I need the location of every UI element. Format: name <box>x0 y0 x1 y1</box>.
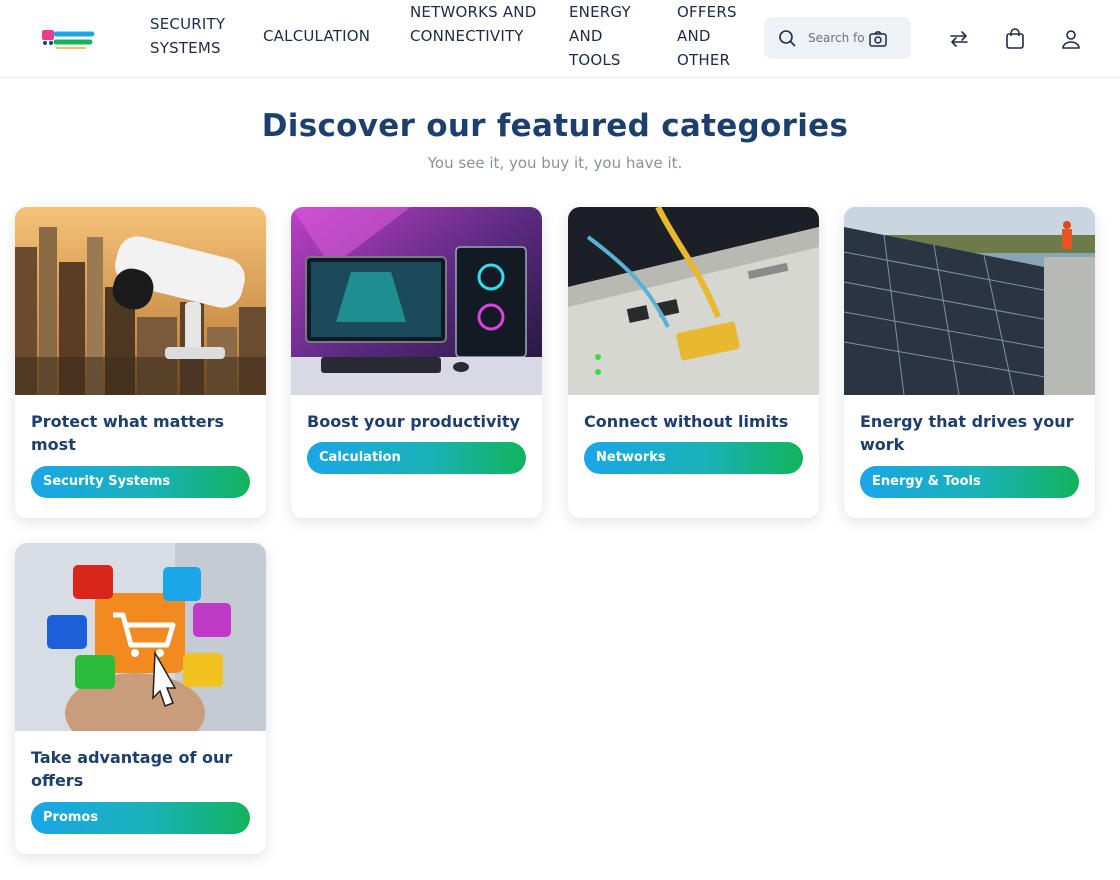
category-card-promos[interactable]: Take advantage of our offers Promos <box>15 543 266 854</box>
category-card-security[interactable]: Protect what matters most Security Syste… <box>15 207 266 518</box>
nav-calculation[interactable]: CALCULATION <box>263 24 393 48</box>
search-icon[interactable] <box>778 29 796 47</box>
search-input[interactable] <box>808 28 866 48</box>
card-title: Boost your productivity <box>307 412 520 431</box>
category-button-energy-tools[interactable]: Energy & Tools <box>860 466 1079 498</box>
site-header: SECURITY SYSTEMS CALCULATION NETWORKS AN… <box>0 0 1120 78</box>
category-button-security-systems[interactable]: Security Systems <box>31 466 250 498</box>
camera-icon[interactable] <box>868 29 888 49</box>
nav-security-systems[interactable]: SECURITY SYSTEMS <box>150 12 250 60</box>
card-title: Connect without limits <box>584 412 789 431</box>
nav-offers-other[interactable]: OFFERS AND OTHER <box>677 0 757 72</box>
card-title: Energy that drives your work <box>860 412 1074 454</box>
category-card-energy[interactable]: Energy that drives your work Energy & To… <box>844 207 1095 518</box>
category-card-calculation[interactable]: Boost your productivity Calculation <box>291 207 542 518</box>
category-button-calculation[interactable]: Calculation <box>307 442 526 474</box>
solar-panels-image <box>844 207 1095 395</box>
network-switch-image <box>568 207 819 395</box>
nav-energy-tools[interactable]: ENERGY AND TOOLS <box>569 0 659 72</box>
promos-image <box>15 543 266 731</box>
nav-networks-connectivity[interactable]: NETWORKS AND CONNECTIVITY <box>410 0 550 48</box>
section-subtitle: You see it, you buy it, you have it. <box>427 154 683 172</box>
site-logo[interactable] <box>40 24 96 54</box>
card-title: Take advantage of our offers <box>31 748 233 790</box>
gaming-pc-image <box>291 207 542 395</box>
security-camera-image <box>15 207 266 395</box>
card-title: Protect what matters most <box>31 412 225 454</box>
category-button-promos[interactable]: Promos <box>31 802 250 834</box>
swap-icon[interactable] <box>947 27 971 51</box>
category-button-networks[interactable]: Networks <box>584 442 803 474</box>
search-box[interactable] <box>764 17 911 59</box>
shopping-bag-icon[interactable] <box>1003 27 1027 51</box>
category-card-networks[interactable]: Connect without limits Networks <box>568 207 819 518</box>
user-icon[interactable] <box>1059 27 1083 51</box>
section-title: Discover our featured categories <box>261 108 849 144</box>
